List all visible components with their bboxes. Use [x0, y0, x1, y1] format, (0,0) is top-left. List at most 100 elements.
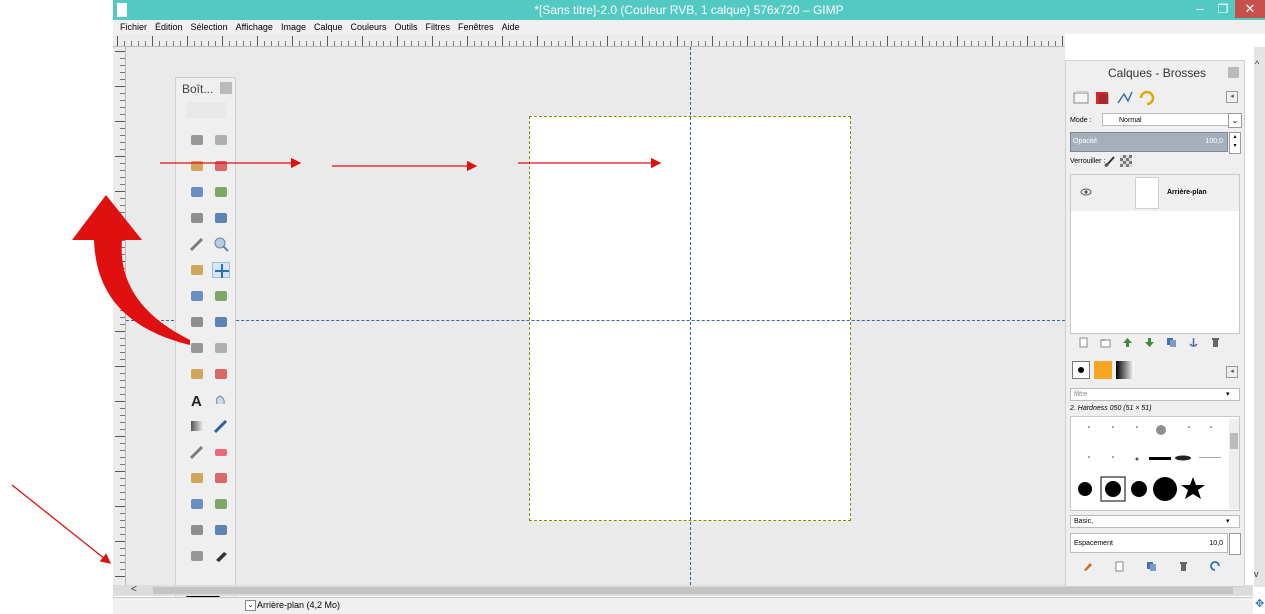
- brush-preset-dropdown[interactable]: Basic,: [1070, 515, 1240, 528]
- align-tool-icon[interactable]: [188, 288, 206, 304]
- scale-tool-icon[interactable]: [212, 314, 230, 330]
- opacity-slider[interactable]: Opacité 100,0: [1070, 132, 1228, 152]
- foreground-select-tool-icon[interactable]: [188, 210, 206, 226]
- dock-tab-menu-2-icon[interactable]: ◂: [1226, 366, 1238, 378]
- duplicate-layer-icon[interactable]: [1166, 337, 1177, 348]
- pencil-tool-icon[interactable]: [212, 418, 230, 434]
- minimize-button[interactable]: –: [1190, 1, 1210, 17]
- tab-layers[interactable]: [1072, 89, 1090, 107]
- toolbox-close-icon[interactable]: [220, 82, 232, 94]
- brush-grid[interactable]: [1070, 416, 1240, 511]
- menu-fenetres[interactable]: Fenêtres: [454, 20, 498, 34]
- eraser-tool-icon[interactable]: [212, 444, 230, 460]
- scroll-up-icon[interactable]: ^: [1255, 59, 1259, 69]
- filter-dropdown-icon[interactable]: ▾: [1226, 390, 1230, 398]
- new-layer-group-icon[interactable]: [1100, 337, 1111, 348]
- spacing-spinner[interactable]: [1229, 533, 1241, 555]
- raise-layer-icon[interactable]: [1122, 337, 1133, 348]
- blur-tool-icon[interactable]: [212, 522, 230, 538]
- ink-tool-icon[interactable]: [212, 470, 230, 486]
- dock-close-icon[interactable]: [1228, 67, 1239, 78]
- delete-brush-icon[interactable]: [1178, 561, 1189, 572]
- perspective-clone-tool-icon[interactable]: [212, 496, 230, 512]
- lasso-tool-icon[interactable]: [188, 158, 206, 174]
- horizontal-guide[interactable]: [126, 320, 1065, 321]
- rect-select-tool-icon[interactable]: [188, 132, 206, 148]
- horizontal-scroll-thumb[interactable]: [153, 587, 1233, 594]
- airbrush-tool-icon[interactable]: [188, 470, 206, 486]
- rotate-tool-icon[interactable]: [188, 314, 206, 330]
- color-select-tool-icon[interactable]: [188, 184, 206, 200]
- brush-scrollbar[interactable]: [1229, 419, 1239, 509]
- clone-tool-icon[interactable]: [188, 496, 206, 512]
- heal-tool-icon[interactable]: [212, 392, 230, 408]
- layer-select-dropdown[interactable]: ⌄: [245, 600, 256, 611]
- menu-affichage[interactable]: Affichage: [232, 20, 277, 34]
- lock-pixels-icon[interactable]: [1104, 155, 1116, 167]
- image-canvas[interactable]: [126, 47, 1065, 585]
- move-tool-icon[interactable]: [212, 262, 230, 278]
- menu-filtres[interactable]: Filtres: [422, 20, 455, 34]
- vertical-guide[interactable]: [690, 47, 691, 585]
- navigate-icon[interactable]: ✥: [1255, 597, 1264, 610]
- menu-selection[interactable]: Sélection: [187, 20, 232, 34]
- list-item[interactable]: Arrière-plan: [1071, 175, 1239, 211]
- scissors-tool-icon[interactable]: [212, 184, 230, 200]
- smudge-tool-icon[interactable]: [188, 522, 206, 538]
- edit-brush-icon[interactable]: [1082, 561, 1093, 572]
- lower-layer-icon[interactable]: [1144, 337, 1155, 348]
- tab-paths[interactable]: [1116, 89, 1134, 107]
- menu-edition[interactable]: Édition: [151, 20, 187, 34]
- horizontal-ruler[interactable]: [113, 34, 1065, 47]
- delete-layer-icon[interactable]: [1210, 337, 1221, 348]
- menu-aide[interactable]: Aide: [498, 20, 524, 34]
- lock-alpha-icon[interactable]: [1120, 155, 1132, 167]
- ellipse-select-tool-icon[interactable]: [212, 132, 230, 148]
- opacity-spinner[interactable]: ▴ ▾: [1229, 132, 1241, 154]
- smudge-2-tool-icon[interactable]: [212, 548, 230, 564]
- cage-tool-icon[interactable]: [212, 366, 230, 382]
- menu-outils[interactable]: Outils: [391, 20, 422, 34]
- layers-list[interactable]: Arrière-plan: [1070, 174, 1240, 334]
- layer-name[interactable]: Arrière-plan: [1167, 189, 1207, 196]
- menu-couleurs[interactable]: Couleurs: [347, 20, 391, 34]
- menu-fichier[interactable]: Fichier: [116, 20, 151, 34]
- layer-thumbnail[interactable]: [1135, 177, 1159, 209]
- scroll-down-icon[interactable]: v: [1254, 569, 1259, 579]
- close-button[interactable]: ✕: [1235, 0, 1265, 18]
- anchor-layer-icon[interactable]: [1188, 337, 1199, 348]
- new-brush-icon[interactable]: [1114, 561, 1125, 572]
- zoom-tool-icon[interactable]: [212, 236, 230, 252]
- duplicate-brush-icon[interactable]: [1146, 561, 1157, 572]
- scroll-left-icon[interactable]: <: [131, 584, 137, 595]
- dodge-tool-icon[interactable]: [188, 548, 206, 564]
- menu-image[interactable]: Image: [277, 20, 310, 34]
- measure-tool-icon[interactable]: [188, 262, 206, 278]
- new-layer-icon[interactable]: [1078, 337, 1089, 348]
- tab-brushes[interactable]: [1072, 361, 1090, 379]
- text-tool-icon[interactable]: A: [188, 392, 206, 408]
- paintbrush-tool-icon[interactable]: [188, 444, 206, 460]
- vertical-scrollbar[interactable]: ^ v: [1254, 47, 1265, 587]
- dock-tab-menu-icon[interactable]: ◂: [1226, 91, 1238, 103]
- brush-filter-input[interactable]: filtre: [1070, 388, 1240, 401]
- crop-tool-icon[interactable]: [212, 288, 230, 304]
- vertical-ruler[interactable]: [113, 47, 126, 585]
- tab-gradients[interactable]: [1116, 361, 1134, 379]
- blend-tool-icon[interactable]: [188, 418, 206, 434]
- tab-patterns[interactable]: [1094, 361, 1112, 379]
- fuzzy-select-tool-icon[interactable]: [212, 158, 230, 174]
- tab-undo[interactable]: [1138, 89, 1156, 107]
- brush-scroll-thumb[interactable]: [1230, 433, 1238, 449]
- tab-channels[interactable]: [1094, 89, 1112, 107]
- perspective-tool-icon[interactable]: [212, 340, 230, 356]
- preset-dropdown-icon[interactable]: ▾: [1226, 517, 1230, 525]
- maximize-button[interactable]: ❐: [1213, 1, 1233, 17]
- color-picker-tool-icon[interactable]: [188, 236, 206, 252]
- menu-calque[interactable]: Calque: [310, 20, 347, 34]
- refresh-brushes-icon[interactable]: [1210, 561, 1221, 572]
- flip-tool-icon[interactable]: [188, 366, 206, 382]
- paths-tool-icon[interactable]: [212, 210, 230, 226]
- mode-dropdown[interactable]: Normal: [1102, 113, 1230, 126]
- shear-tool-icon[interactable]: [188, 340, 206, 356]
